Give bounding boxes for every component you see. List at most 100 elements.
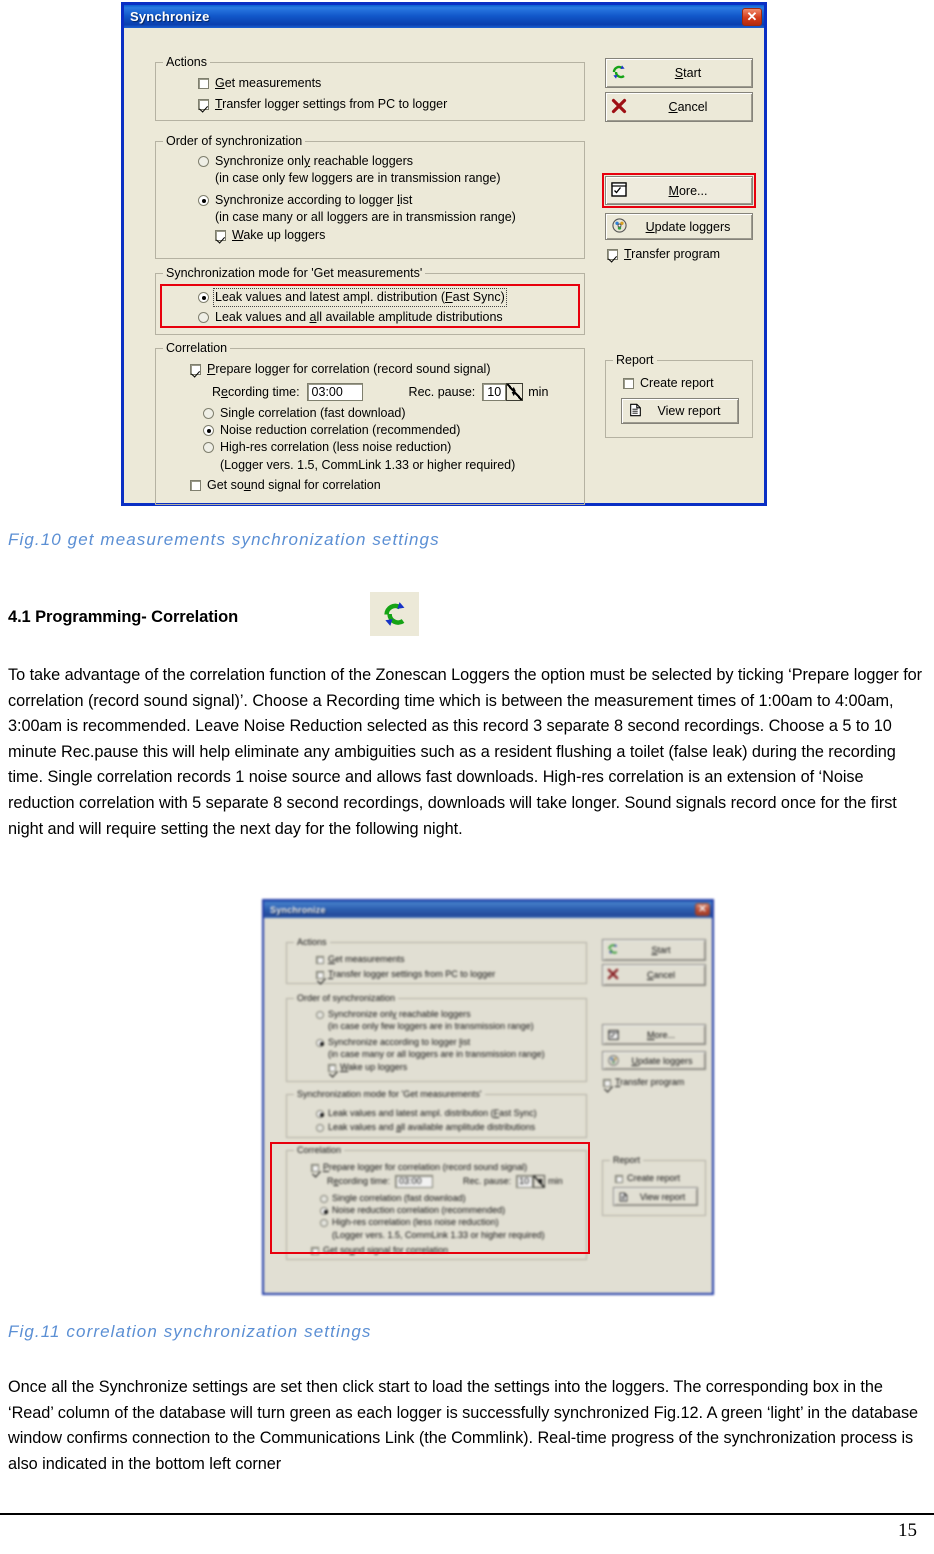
radio-button[interactable] bbox=[198, 292, 209, 303]
close-icon[interactable]: ✕ bbox=[695, 903, 710, 916]
checkbox-transfer-program[interactable]: Transfer program bbox=[607, 247, 720, 262]
radio-button[interactable] bbox=[320, 1218, 328, 1227]
checkbox-box[interactable] bbox=[328, 1063, 336, 1072]
checkbox-label: Get measurements bbox=[215, 76, 322, 90]
radio-button[interactable] bbox=[316, 1038, 324, 1047]
checkbox-box[interactable] bbox=[603, 1078, 611, 1087]
report-legend: Report bbox=[610, 1155, 644, 1165]
dialog-body: Actions Get measurements Transfer logger… bbox=[124, 28, 764, 505]
checkbox-box[interactable] bbox=[316, 970, 324, 979]
actions-group: Actions Get measurements Transfer logger… bbox=[286, 937, 587, 984]
radio-button[interactable] bbox=[203, 425, 214, 436]
radio-single-correlation[interactable]: Single correlation (fast download) bbox=[203, 406, 406, 421]
checkbox-box[interactable] bbox=[198, 99, 209, 110]
radio-button[interactable] bbox=[320, 1206, 328, 1215]
recording-time-label: Recording time: bbox=[327, 1176, 391, 1186]
recording-time-label: Recording time: bbox=[212, 384, 300, 399]
dialog-title: Synchronize bbox=[270, 904, 326, 915]
order-of-synchronization-group: Order of synchronization Synchronize onl… bbox=[286, 993, 587, 1082]
checkbox-box[interactable] bbox=[316, 955, 324, 964]
checkbox-wake-up-loggers[interactable]: Wake up loggers bbox=[215, 228, 325, 243]
view-report-label: View report bbox=[657, 404, 721, 418]
radio-label: Synchronize only reachable loggers bbox=[215, 154, 414, 168]
close-icon[interactable]: ✕ bbox=[742, 7, 762, 26]
rec-pause-label: Rec. pause: bbox=[463, 1176, 512, 1186]
checkbox-box[interactable] bbox=[190, 364, 201, 375]
radio-fast-sync[interactable]: Leak values and latest ampl. distributio… bbox=[316, 1106, 537, 1121]
rec-pause-spinner[interactable] bbox=[533, 1174, 546, 1189]
checkbox-get-sound-signal[interactable]: Get sound signal for correlation bbox=[311, 1243, 448, 1258]
start-button[interactable]: Start bbox=[602, 939, 706, 961]
radio-all-amplitude-distributions[interactable]: Leak values and all available amplitude … bbox=[316, 1120, 535, 1135]
checkbox-label: Prepare logger for correlation (record s… bbox=[207, 362, 491, 376]
more-button[interactable]: More... bbox=[605, 176, 753, 205]
radio-button[interactable] bbox=[316, 1109, 324, 1118]
order-legend: Order of synchronization bbox=[294, 993, 399, 1003]
radio-label: Leak values and all available amplitude … bbox=[328, 1122, 536, 1132]
checkbox-transfer-logger-settings[interactable]: Transfer logger settings from PC to logg… bbox=[316, 967, 495, 982]
checkbox-label: Wake up loggers bbox=[232, 228, 326, 242]
checkbox-label: Get measurements bbox=[328, 954, 405, 964]
checkbox-transfer-logger-settings[interactable]: Transfer logger settings from PC to logg… bbox=[198, 97, 447, 112]
rec-pause-input[interactable]: 10 bbox=[516, 1175, 534, 1188]
checkbox-get-measurements[interactable]: Get measurements bbox=[198, 76, 321, 91]
checkbox-box[interactable] bbox=[311, 1163, 319, 1172]
checkbox-box[interactable] bbox=[615, 1174, 623, 1183]
radio-button[interactable] bbox=[198, 195, 209, 206]
radio-button[interactable] bbox=[203, 408, 214, 419]
radio-button[interactable] bbox=[316, 1123, 324, 1132]
rec-pause-input[interactable]: 10 bbox=[482, 383, 507, 401]
radio-high-res-correlation[interactable]: High-res correlation (less noise reducti… bbox=[203, 440, 451, 455]
cancel-button[interactable]: Cancel bbox=[602, 964, 706, 986]
checkbox-box[interactable] bbox=[215, 230, 226, 241]
recording-time-input[interactable]: 03:00 bbox=[306, 383, 363, 401]
correlation-legend: Correlation bbox=[294, 1145, 345, 1155]
update-loggers-button[interactable]: Update loggers bbox=[605, 213, 753, 240]
checkbox-prepare-logger-correlation[interactable]: Prepare logger for correlation (record s… bbox=[311, 1160, 527, 1175]
recording-time-input[interactable]: 03:00 bbox=[395, 1175, 434, 1188]
x-mark-icon bbox=[606, 98, 632, 117]
report-group: Report Create report View report bbox=[605, 353, 753, 438]
checkbox-wake-up-loggers[interactable]: Wake up loggers bbox=[328, 1060, 407, 1075]
checkbox-box[interactable] bbox=[311, 1246, 319, 1255]
report-group: Report Create report View report bbox=[602, 1155, 706, 1216]
rec-pause-spinner[interactable] bbox=[506, 382, 524, 402]
refresh-sync-icon bbox=[606, 64, 632, 83]
dialog-title: Synchronize bbox=[130, 9, 210, 24]
cancel-button[interactable]: Cancel bbox=[605, 92, 753, 122]
sync-mode-legend: Synchronization mode for 'Get measuremen… bbox=[294, 1089, 485, 1099]
radio-noise-reduction-correlation[interactable]: Noise reduction correlation (recommended… bbox=[203, 423, 460, 438]
checkbox-create-report[interactable]: Create report bbox=[615, 1171, 680, 1186]
rec-pause-unit: min bbox=[548, 1176, 563, 1186]
start-button-label: Start bbox=[651, 945, 671, 955]
checkbox-box[interactable] bbox=[623, 378, 634, 389]
radio-button[interactable] bbox=[203, 442, 214, 453]
radio-button[interactable] bbox=[320, 1194, 328, 1203]
radio-label: Leak values and latest ampl. distributio… bbox=[328, 1108, 537, 1118]
radio-sync-according-to-list[interactable]: Synchronize according to logger list bbox=[198, 193, 412, 208]
checkbox-box[interactable] bbox=[198, 78, 209, 89]
radio-sync-only-reachable[interactable]: Synchronize only reachable loggers bbox=[198, 154, 413, 169]
checkbox-get-measurements[interactable]: Get measurements bbox=[316, 952, 405, 967]
checkbox-box[interactable] bbox=[607, 249, 618, 260]
radio-button[interactable] bbox=[198, 156, 209, 167]
radio-label: Leak values and latest ampl. distributio… bbox=[213, 288, 507, 307]
start-button[interactable]: Start bbox=[605, 58, 753, 88]
checkbox-get-sound-signal[interactable]: Get sound signal for correlation bbox=[190, 478, 381, 493]
recording-settings-row: Recording time: 03:00 Rec. pause: 10 min bbox=[212, 382, 548, 402]
checkbox-prepare-logger-correlation[interactable]: Prepare logger for correlation (record s… bbox=[190, 362, 490, 377]
checkbox-create-report[interactable]: Create report bbox=[623, 376, 714, 391]
more-button[interactable]: More... bbox=[602, 1024, 706, 1045]
radio-fast-sync[interactable]: Leak values and latest ampl. distributio… bbox=[198, 288, 507, 307]
view-report-button[interactable]: View report bbox=[613, 1187, 698, 1206]
radio-all-amplitude-distributions[interactable]: Leak values and all available amplitude … bbox=[198, 310, 503, 325]
checkbox-box[interactable] bbox=[190, 480, 201, 491]
radio-button[interactable] bbox=[316, 1010, 324, 1019]
checkbox-transfer-program[interactable]: Transfer program bbox=[603, 1075, 684, 1090]
sync-mode-legend: Synchronization mode for 'Get measuremen… bbox=[163, 266, 426, 280]
synchronize-dialog-fig11-wrapper: Synchronize ✕ Actions Get measurements T… bbox=[262, 899, 714, 1295]
view-report-button[interactable]: View report bbox=[621, 398, 739, 424]
radio-button[interactable] bbox=[198, 312, 209, 323]
update-loggers-button[interactable]: Update loggers bbox=[602, 1051, 706, 1070]
order-legend: Order of synchronization bbox=[163, 134, 306, 148]
